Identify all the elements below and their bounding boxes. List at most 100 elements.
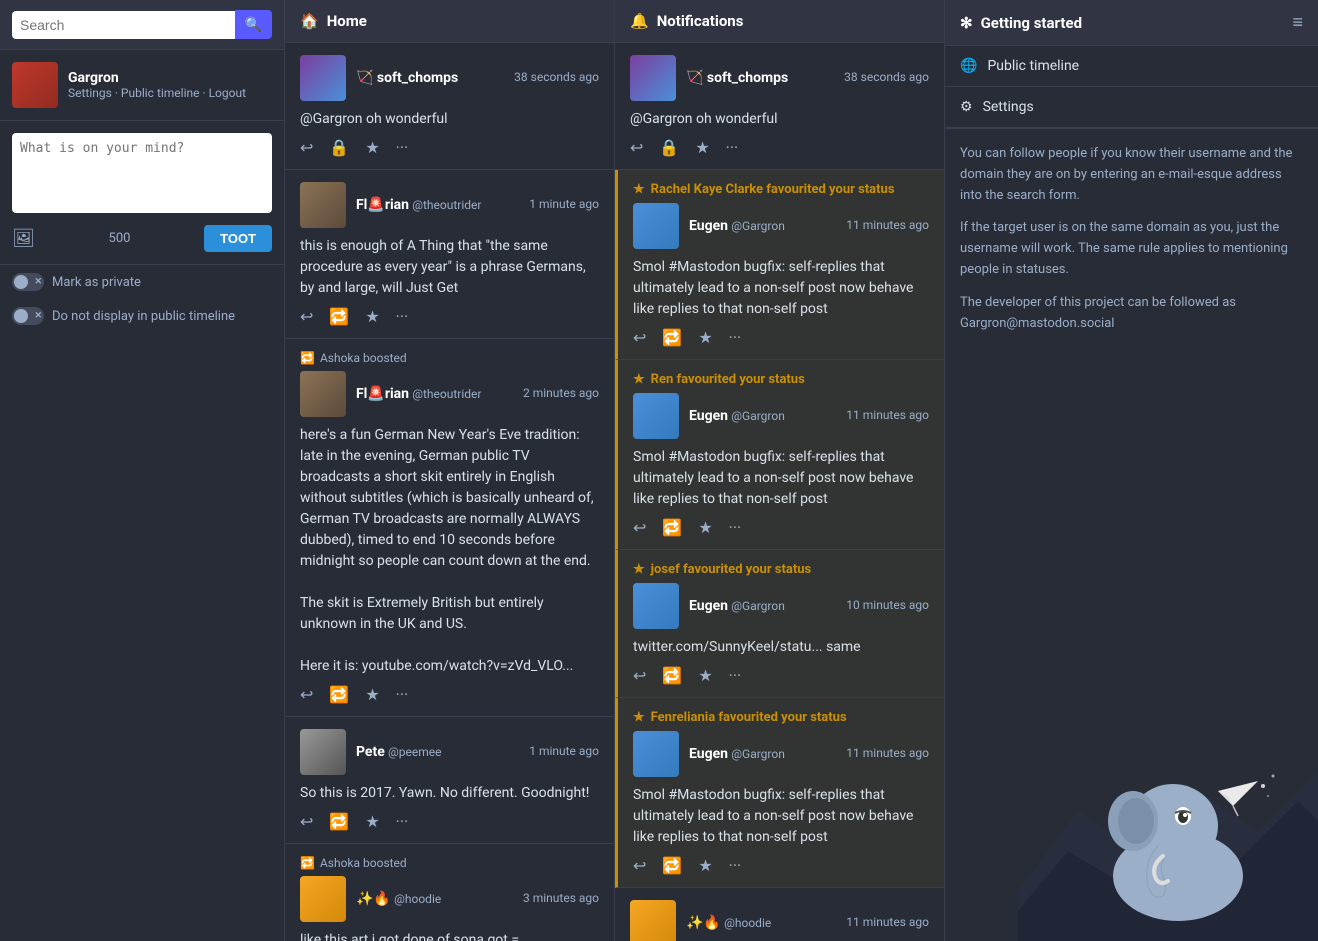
- notification-mention-2: ✨🔥 @hoodie 11 minutes ago @Gargron thank…: [615, 888, 944, 941]
- reply-button[interactable]: ↩: [633, 518, 646, 537]
- favourite-button[interactable]: ★: [365, 307, 379, 326]
- reply-button[interactable]: ↩: [300, 307, 313, 326]
- status-time: 10 minutes ago: [846, 598, 929, 612]
- handle: @hoodie: [724, 916, 771, 930]
- reply-button[interactable]: ↩: [300, 685, 313, 704]
- search-input[interactable]: [12, 11, 235, 39]
- settings-nav-item[interactable]: ⚙ Settings: [945, 87, 1318, 128]
- notif-title: ★ Ren favourited your status: [633, 372, 929, 387]
- favourite-button[interactable]: ★: [698, 666, 712, 685]
- avatar: [12, 62, 58, 108]
- more-button[interactable]: ···: [729, 666, 742, 685]
- right-panel-title-text: Getting started: [981, 14, 1082, 32]
- globe-icon: 🌐: [960, 58, 977, 74]
- public-timeline-nav-item[interactable]: 🌐 Public timeline: [945, 46, 1318, 87]
- status-name-row: ✨🔥 @hoodie 11 minutes ago: [686, 915, 929, 931]
- status-time: 11 minutes ago: [846, 746, 929, 760]
- menu-icon[interactable]: ≡: [1292, 12, 1303, 33]
- reply-button[interactable]: ↩: [300, 138, 313, 157]
- public-timeline-link[interactable]: Public timeline: [121, 86, 200, 100]
- lock-button[interactable]: 🔒: [659, 138, 679, 157]
- compose-textarea[interactable]: [12, 133, 272, 213]
- display-name: Fl🚨rian: [356, 197, 409, 213]
- more-button[interactable]: ···: [396, 685, 409, 704]
- reply-button[interactable]: ↩: [633, 666, 646, 685]
- favourite-button[interactable]: ★: [698, 518, 712, 537]
- boost-icon: 🔁: [300, 351, 315, 365]
- favourite-button[interactable]: ★: [695, 138, 709, 157]
- status-header: 🏹 soft_chomps 38 seconds ago: [630, 55, 929, 101]
- status-name-row: Pete @peemee 1 minute ago: [356, 744, 599, 760]
- home-column-header: 🏠 Home: [285, 0, 614, 43]
- status-actions: ↩ 🔁 ★ ···: [633, 666, 929, 685]
- handle: @Gargron: [731, 409, 785, 423]
- boost-button[interactable]: 🔁: [662, 666, 682, 685]
- search-button[interactable]: 🔍: [235, 10, 272, 39]
- status-header: Eugen @Gargron 11 minutes ago: [633, 393, 929, 439]
- status-content: Smol #Mastodon bugfix: self-replies that…: [633, 785, 929, 848]
- display-name: 🏹 soft_chomps: [356, 70, 458, 86]
- display-name: Eugen: [689, 598, 728, 614]
- handle: @Gargron: [731, 599, 785, 613]
- boost-button[interactable]: 🔁: [329, 685, 349, 704]
- status-actions: ↩ 🔁 ★ ···: [300, 685, 599, 704]
- handle: @theoutrider: [412, 387, 481, 401]
- no-public-timeline-toggle[interactable]: ✕: [12, 307, 44, 325]
- reply-button[interactable]: ↩: [300, 812, 313, 831]
- image-icon[interactable]: 🖼: [12, 228, 35, 249]
- notification-favourite-3: ★ josef favourited your status Eugen @Ga…: [615, 550, 944, 698]
- boost-icon: 🔁: [300, 856, 315, 870]
- notification-favourite-4: ★ Fenreliania favourited your status Eug…: [615, 698, 944, 888]
- lock-button[interactable]: 🔒: [329, 138, 349, 157]
- status-content: like this art i got done of sona got =li…: [300, 930, 599, 941]
- favourite-button[interactable]: ★: [365, 812, 379, 831]
- display-name: ✨🔥: [356, 891, 391, 907]
- reply-button[interactable]: ↩: [633, 328, 646, 347]
- more-button[interactable]: ···: [396, 812, 409, 831]
- handle: @theoutrider: [412, 198, 481, 212]
- home-column-body[interactable]: 🏹 soft_chomps 38 seconds ago @Gargron oh…: [285, 43, 614, 941]
- boost-button[interactable]: 🔁: [329, 812, 349, 831]
- notification-favourite-1: ★ Rachel Kaye Clarke favourited your sta…: [615, 170, 944, 360]
- more-button[interactable]: ···: [396, 307, 409, 326]
- display-name: Eugen: [689, 218, 728, 234]
- avatar: [630, 55, 676, 101]
- status-header: ✨🔥 @hoodie 3 minutes ago: [300, 876, 599, 922]
- no-public-timeline-label: Do not display in public timeline: [52, 309, 235, 324]
- boost-button[interactable]: 🔁: [662, 328, 682, 347]
- reply-button[interactable]: ↩: [633, 856, 646, 875]
- favourite-button[interactable]: ★: [365, 685, 379, 704]
- right-panel-header: ✻ Getting started ≡: [945, 0, 1318, 46]
- status-actions: ↩ 🔁 ★ ···: [633, 518, 929, 537]
- settings-link[interactable]: Settings: [68, 86, 112, 100]
- more-button[interactable]: ···: [729, 518, 742, 537]
- toot-button[interactable]: TOOT: [204, 225, 272, 252]
- reply-button[interactable]: ↩: [630, 138, 643, 157]
- status-name-row: 🏹 soft_chomps 38 seconds ago: [686, 70, 929, 86]
- status-time: 1 minute ago: [529, 197, 599, 211]
- boost-button[interactable]: 🔁: [662, 856, 682, 875]
- toggle-x-mark-2: ✕: [34, 311, 42, 321]
- favourite-button[interactable]: ★: [698, 328, 712, 347]
- notif-text: Rachel Kaye Clarke favourited your statu…: [651, 182, 895, 197]
- compose-area: 🖼 500 TOOT: [0, 121, 284, 265]
- notifications-column-body[interactable]: 🏹 soft_chomps 38 seconds ago @Gargron oh…: [615, 43, 944, 941]
- status-name-row: Eugen @Gargron 11 minutes ago: [689, 408, 929, 424]
- status-time: 11 minutes ago: [846, 218, 929, 232]
- status-content: twitter.com/SunnyKeel/statu... same: [633, 637, 929, 658]
- more-button[interactable]: ···: [726, 138, 739, 157]
- favourite-button[interactable]: ★: [698, 856, 712, 875]
- boosted-by: Ashoka boosted: [320, 856, 407, 870]
- display-name: Fl🚨rian: [356, 386, 409, 402]
- favourite-button[interactable]: ★: [365, 138, 379, 157]
- logout-link[interactable]: Logout: [209, 86, 246, 100]
- display-name: ✨🔥: [686, 915, 721, 931]
- home-column: 🏠 Home 🏹 soft_chomps 38 seconds ago @Gar…: [285, 0, 615, 941]
- mark-private-toggle[interactable]: ✕: [12, 273, 44, 291]
- right-panel-content: You can follow people if you know their …: [945, 129, 1318, 941]
- more-button[interactable]: ···: [729, 328, 742, 347]
- more-button[interactable]: ···: [729, 856, 742, 875]
- more-button[interactable]: ···: [396, 138, 409, 157]
- boost-button[interactable]: 🔁: [662, 518, 682, 537]
- boost-button[interactable]: 🔁: [329, 307, 349, 326]
